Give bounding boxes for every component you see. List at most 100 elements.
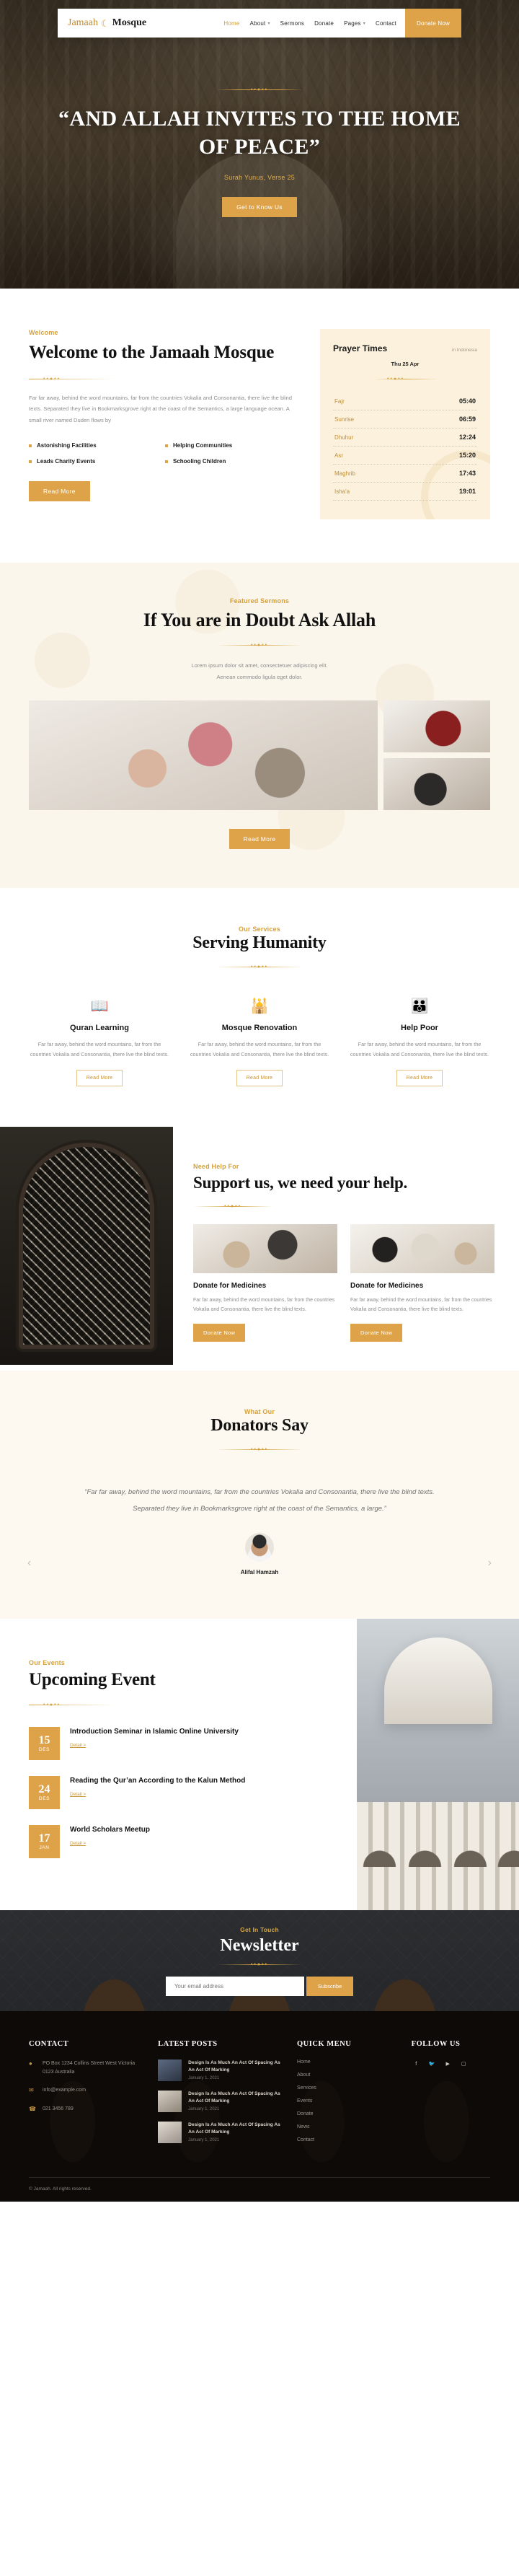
nav-label: Contact bbox=[375, 19, 396, 27]
welcome-read-more-button[interactable]: Read More bbox=[29, 481, 90, 502]
event-detail-link[interactable]: Detail > bbox=[70, 1792, 86, 1797]
post-title: Design Is As Much An Act Of Spacing As A… bbox=[188, 2091, 280, 2104]
nav-item-pages[interactable]: Pages ▾ bbox=[344, 20, 365, 27]
welcome-body: Far far away, behind the word mountains,… bbox=[29, 394, 292, 424]
list-item[interactable]: Design Is As Much An Act Of Spacing As A… bbox=[158, 2090, 281, 2112]
prayer-times-title: Prayer Times bbox=[333, 343, 388, 353]
social-links: f 🐦 ▶ ▢ bbox=[412, 2060, 490, 2069]
list-item: 24 DES Reading the Qur’an According to t… bbox=[29, 1775, 332, 1809]
table-row: Sunrise 06:59 bbox=[333, 410, 477, 428]
welcome-feature-list: Astonishing Facilities Helping Communiti… bbox=[29, 442, 301, 474]
quick-menu-item-events[interactable]: Events bbox=[297, 2098, 396, 2104]
service-title: Quran Learning bbox=[70, 1023, 129, 1032]
hero-cta-button[interactable]: Get to Know Us bbox=[222, 197, 297, 217]
list-item: 17 JAN World Scholars Meetup Detail > bbox=[29, 1824, 332, 1858]
nav-item-sermons[interactable]: Sermons bbox=[280, 20, 304, 27]
nav-donate-now-button[interactable]: Donate Now bbox=[404, 9, 461, 38]
newsletter-email-input[interactable] bbox=[165, 1976, 304, 1996]
quick-menu-item-contact[interactable]: Contact bbox=[297, 2137, 396, 2142]
facebook-icon[interactable]: f bbox=[412, 2060, 421, 2069]
quran-book-icon: 📖 bbox=[90, 998, 109, 1014]
carousel-next-icon[interactable]: › bbox=[488, 1557, 492, 1570]
nav-item-donate[interactable]: Donate bbox=[314, 20, 334, 27]
prayer-time: 19:01 bbox=[458, 488, 476, 495]
feature-label: Leads Charity Events bbox=[37, 458, 96, 465]
event-month: JAN bbox=[39, 1845, 50, 1850]
contact-address-text: PO Box 1234 Collins Street West Victoria… bbox=[43, 2060, 136, 2075]
sermons-gallery bbox=[0, 683, 519, 810]
donate-now-button[interactable]: Donate Now bbox=[193, 1323, 246, 1342]
service-read-more-button[interactable]: Read More bbox=[76, 1069, 123, 1086]
donation-photo bbox=[350, 1223, 494, 1273]
instagram-icon[interactable]: ▢ bbox=[459, 2060, 469, 2069]
event-date-badge: 15 DES bbox=[29, 1726, 60, 1760]
ornament-divider: ••●•• bbox=[193, 1203, 272, 1210]
event-title: World Scholars Meetup bbox=[70, 1825, 150, 1834]
prayer-name: Dhuhur bbox=[334, 434, 354, 441]
list-item[interactable]: Design Is As Much An Act Of Spacing As A… bbox=[158, 2059, 281, 2081]
sermons-gallery-column bbox=[383, 700, 490, 810]
sermons-read-more-button[interactable]: Read More bbox=[229, 828, 290, 849]
table-row: Dhuhur 12:24 bbox=[333, 428, 477, 447]
event-title: Reading the Qur’an According to the Kalu… bbox=[70, 1776, 246, 1785]
sermons-body-line-2: Aenean commodo ligula eget dolor. bbox=[216, 673, 303, 680]
nav-item-home[interactable]: Home bbox=[223, 20, 239, 27]
quick-menu-item-about[interactable]: About bbox=[297, 2072, 396, 2078]
sermon-photo-tertiary[interactable] bbox=[383, 757, 490, 810]
nav-item-about[interactable]: About ▾ bbox=[250, 20, 270, 27]
nav-item-contact[interactable]: Contact bbox=[376, 20, 396, 27]
prayer-name: Sunrise bbox=[334, 416, 355, 423]
chevron-down-icon: ▾ bbox=[363, 21, 365, 26]
newsletter-subscribe-button[interactable]: Subscribe bbox=[306, 1976, 354, 1996]
contact-phone-text: 021 3456 789 bbox=[43, 2106, 74, 2111]
site-logo[interactable]: Jamaah ☾ Mosque bbox=[68, 17, 146, 29]
event-day: 17 bbox=[38, 1832, 50, 1845]
donate-now-button[interactable]: Donate Now bbox=[350, 1323, 403, 1342]
service-title: Mosque Renovation bbox=[221, 1023, 298, 1032]
footer-heading-latest-posts: LATEST POSTS bbox=[158, 2039, 218, 2048]
event-detail-link[interactable]: Detail > bbox=[70, 1841, 86, 1846]
list-item: 15 DES Introduction Seminar in Islamic O… bbox=[29, 1726, 332, 1760]
envelope-icon: ✉ bbox=[29, 2087, 34, 2094]
quick-menu-item-news[interactable]: News bbox=[297, 2124, 396, 2129]
event-date-badge: 24 DES bbox=[29, 1775, 60, 1809]
sermon-photo-main[interactable] bbox=[29, 700, 378, 810]
donation-cards: Donate for Medicines Far far away, behin… bbox=[193, 1223, 494, 1342]
donation-eyebrow: Need Help For bbox=[193, 1162, 239, 1170]
twitter-icon[interactable]: 🐦 bbox=[427, 2060, 437, 2069]
feature-label: Astonishing Facilities bbox=[37, 442, 97, 449]
event-month: DES bbox=[38, 1746, 50, 1752]
post-title: Design Is As Much An Act Of Spacing As A… bbox=[188, 2122, 280, 2135]
event-day: 24 bbox=[38, 1782, 50, 1795]
event-month: DES bbox=[38, 1795, 50, 1801]
sermons-title: If You are in Doubt Ask Allah bbox=[143, 610, 376, 630]
donation-card-title: Donate for Medicines bbox=[193, 1281, 267, 1290]
contact-phone-row[interactable]: ☎ 021 3456 789 bbox=[29, 2105, 142, 2114]
quick-menu-item-home[interactable]: Home bbox=[297, 2060, 396, 2065]
quick-menu-item-donate[interactable]: Donate bbox=[297, 2111, 396, 2116]
contact-email-row[interactable]: ✉ info@example.com bbox=[29, 2086, 142, 2095]
carousel-prev-icon[interactable]: ‹ bbox=[27, 1557, 31, 1570]
youtube-icon[interactable]: ▶ bbox=[443, 2060, 453, 2069]
sermon-photo-secondary[interactable] bbox=[383, 700, 490, 752]
list-item[interactable]: Design Is As Much An Act Of Spacing As A… bbox=[158, 2121, 281, 2143]
mosque-dome-image bbox=[357, 1619, 519, 1910]
service-read-more-button[interactable]: Read More bbox=[236, 1069, 283, 1086]
event-detail-link[interactable]: Detail > bbox=[70, 1743, 86, 1748]
nav-label: Pages bbox=[344, 19, 361, 27]
hero-section: Jamaah ☾ Mosque Home About ▾ Sermons Dona… bbox=[0, 0, 519, 289]
post-text: Design Is As Much An Act Of Spacing As A… bbox=[188, 2091, 281, 2112]
donation-photo bbox=[193, 1223, 337, 1273]
mashrabiya-screen-image bbox=[0, 1126, 173, 1365]
quick-menu-item-services[interactable]: Services bbox=[297, 2085, 396, 2091]
post-date: January 1, 2021 bbox=[188, 2076, 220, 2081]
event-text: World Scholars Meetup Detail > bbox=[70, 1825, 150, 1858]
post-thumbnail bbox=[158, 2121, 182, 2143]
events-title: Upcoming Event bbox=[29, 1670, 156, 1690]
ornament-divider: ••●•• bbox=[216, 1446, 303, 1453]
location-pin-icon: ● bbox=[29, 2060, 32, 2067]
service-read-more-button[interactable]: Read More bbox=[396, 1069, 443, 1086]
bullet-square-icon bbox=[165, 460, 168, 463]
footer-follow-column: FOLLOW US f 🐦 ▶ ▢ bbox=[412, 2040, 490, 2153]
nav-label: Sermons bbox=[280, 19, 305, 27]
